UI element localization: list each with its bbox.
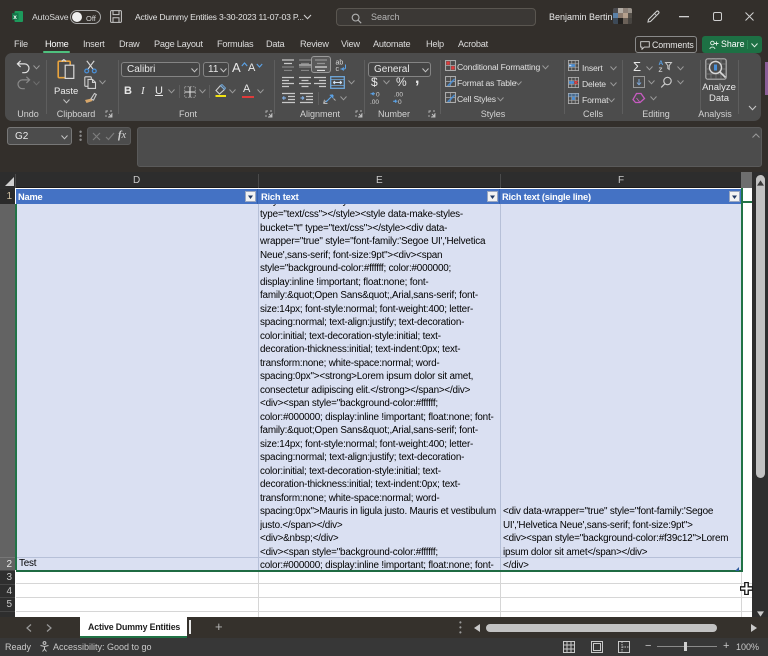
svg-text:.00: .00 xyxy=(370,99,379,105)
svg-text:Z: Z xyxy=(659,67,663,73)
svg-text:.00: .00 xyxy=(394,92,403,99)
svg-text:A: A xyxy=(659,60,664,67)
svg-text:x: x xyxy=(13,14,17,21)
svg-text:c: c xyxy=(336,66,340,72)
svg-text:0: 0 xyxy=(376,92,380,99)
svg-text:0: 0 xyxy=(398,99,402,105)
